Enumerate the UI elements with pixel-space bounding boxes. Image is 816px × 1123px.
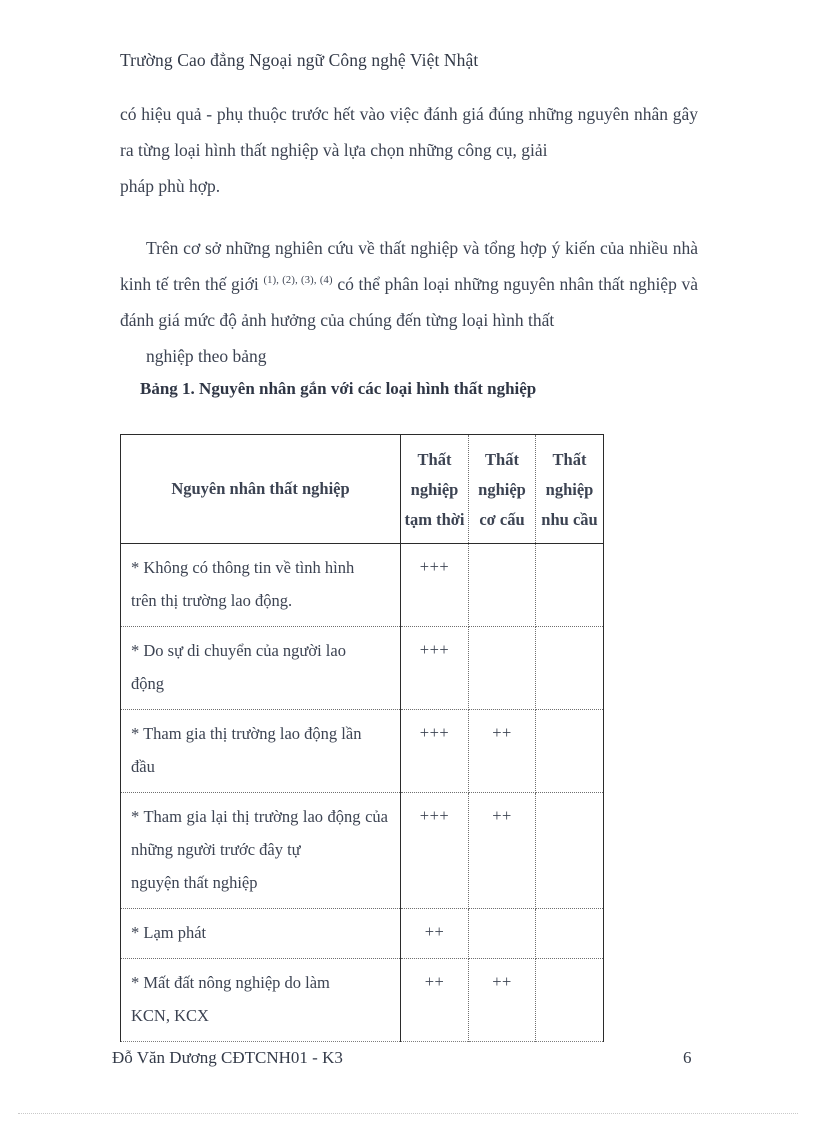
table-row: * Lạm phát ++	[120, 908, 604, 959]
cell-nhu-cau	[536, 959, 604, 1042]
cause-line-2: trên thị trường lao động.	[131, 591, 293, 610]
footer-page-number: 6	[683, 1048, 692, 1067]
table-row: * Không có thông tin về tình hình trên t…	[120, 543, 604, 627]
cause-line-1: * Không có thông tin về tình hình	[131, 558, 355, 577]
header-nhu-cau-line-2: nghiệp	[545, 480, 594, 499]
paragraph-1-line-3: pháp phù hợp.	[120, 176, 221, 196]
cell-nhu-cau	[535, 709, 604, 793]
header-tam-thoi-line-2: nghiệp	[410, 480, 459, 499]
bottom-rule	[18, 1113, 798, 1114]
running-head: Trường Cao đẳng Ngoại ngữ Công nghệ Việt…	[120, 50, 479, 70]
cell-co-cau	[468, 543, 536, 627]
cell-co-cau	[468, 908, 536, 959]
cell-co-cau	[468, 626, 536, 710]
paragraph-2-line-1: Trên cơ sở những nghiên cứu về thất nghi…	[146, 238, 668, 258]
header-co-cau: Thất nghiệp cơ cấu	[468, 434, 536, 544]
header-tam-thoi: Thất nghiệp tạm thời	[400, 434, 469, 544]
table-row: * Mất đất nông nghiệp do làm KCN, KCX ++…	[120, 958, 604, 1042]
cell-tam-thoi: +++	[400, 709, 469, 793]
paragraph-1-line-1: có hiệu quả - phụ thuộc trước hết vào vi…	[120, 104, 630, 124]
cell-tam-thoi: +++	[400, 792, 469, 909]
cause-line-2: động	[131, 674, 164, 693]
cell-cause: * Lạm phát	[120, 908, 401, 959]
cell-tam-thoi: +++	[400, 543, 469, 627]
paragraph-2: Trên cơ sở những nghiên cứu về thất nghi…	[120, 230, 698, 374]
header-co-cau-line-3: cơ cấu	[479, 510, 525, 529]
cell-tam-thoi: +++	[400, 626, 469, 710]
table-body: * Không có thông tin về tình hình trên t…	[120, 543, 604, 1042]
cell-cause: * Không có thông tin về tình hình trên t…	[120, 543, 401, 627]
table-row: * Tham gia lại thị trường lao động của n…	[120, 792, 604, 909]
cell-nhu-cau	[535, 792, 604, 909]
table-wrapper: Nguyên nhân thất nghiệp Thất nghiệp tạm …	[120, 434, 604, 1042]
paragraph-2-line-2-post: có thể phân loại những nguyên nhân thất	[332, 274, 625, 294]
cell-nhu-cau	[535, 626, 604, 710]
cause-line-1: * Tham gia thị trường lao động lần	[131, 724, 362, 743]
cause-line-3: nguyện thất nghiệp	[131, 873, 258, 892]
cell-co-cau: ++	[468, 709, 536, 793]
cell-cause: * Tham gia lại thị trường lao động của n…	[120, 792, 401, 909]
header-nhu-cau: Thất nghiệp nhu cầu	[535, 434, 604, 544]
header-nhu-cau-line-1: Thất	[552, 450, 587, 469]
cause-line-1: * Tham gia lại thị trường lao động	[131, 807, 361, 826]
footer-author: Đỗ Văn Dương CĐTCNH01 - K3	[112, 1048, 343, 1067]
reference-superscripts: (1), (2), (3), (4)	[263, 275, 333, 287]
cause-line-1: * Do sự di chuyển của người lao	[131, 641, 346, 660]
cell-cause: * Tham gia thị trường lao động lần đầu	[120, 709, 401, 793]
cause-line-1: * Mất đất nông nghiệp do làm	[131, 973, 330, 992]
body-text-block: có hiệu quả - phụ thuộc trước hết vào vi…	[120, 96, 698, 374]
unemployment-causes-table: Nguyên nhân thất nghiệp Thất nghiệp tạm …	[120, 434, 604, 1042]
cause-line-2: đầu	[131, 757, 155, 776]
paragraph-2-line-4: nghiệp theo bảng	[146, 346, 267, 366]
cell-nhu-cau	[535, 908, 604, 959]
cell-tam-thoi: ++	[400, 958, 469, 1042]
header-tam-thoi-line-1: Thất	[417, 450, 452, 469]
table-row: * Do sự di chuyển của người lao động +++	[120, 626, 604, 710]
header-nhu-cau-line-3: nhu cầu	[541, 510, 598, 529]
document-page: Trường Cao đẳng Ngoại ngữ Công nghệ Việt…	[0, 0, 816, 1123]
header-tam-thoi-line-3: tạm thời	[404, 510, 465, 529]
cell-nhu-cau	[535, 543, 604, 627]
cause-line-2: KCN, KCX	[131, 1006, 209, 1025]
table-row: * Tham gia thị trường lao động lần đầu +…	[120, 709, 604, 793]
table-caption: Bảng 1. Nguyên nhân gắn với các loại hìn…	[140, 379, 537, 398]
paragraph-1: có hiệu quả - phụ thuộc trước hết vào vi…	[120, 96, 698, 204]
header-co-cau-line-2: nghiệp	[478, 480, 526, 499]
table-header-row: Nguyên nhân thất nghiệp Thất nghiệp tạm …	[120, 434, 604, 544]
cell-co-cau: ++	[468, 958, 536, 1042]
cell-cause: * Do sự di chuyển của người lao động	[120, 626, 401, 710]
cell-tam-thoi: ++	[400, 908, 469, 959]
cause-line-1: * Lạm phát	[131, 923, 207, 942]
header-cause: Nguyên nhân thất nghiệp	[120, 434, 401, 544]
header-co-cau-line-1: Thất	[485, 450, 519, 469]
cell-cause: * Mất đất nông nghiệp do làm KCN, KCX	[120, 958, 401, 1042]
cell-co-cau: ++	[468, 792, 536, 909]
